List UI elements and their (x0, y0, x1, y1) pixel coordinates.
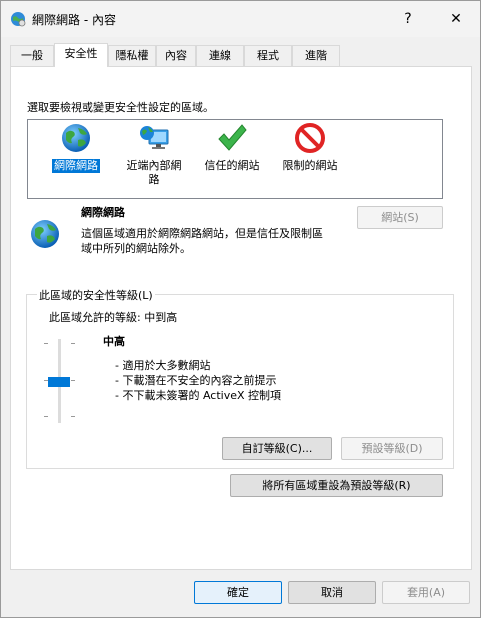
slider-tick (71, 416, 75, 417)
level-bullet: - 適用於大多數網站 (115, 359, 211, 372)
globe-icon (31, 220, 59, 248)
slider-tick (71, 380, 75, 381)
cancel-button[interactable]: 取消 (288, 581, 376, 604)
close-button[interactable]: ✕ (434, 1, 478, 37)
internet-properties-dialog: 網際網路 - 內容 ? ✕ 一般 安全性 隱私權 內容 連線 程式 進階 選取要… (0, 0, 481, 618)
slider-tick (44, 416, 48, 417)
slider-tick (44, 343, 48, 344)
zone-internet[interactable]: 網際網路 (38, 122, 114, 173)
tab-general[interactable]: 一般 (10, 45, 54, 66)
zone-description-line1: 這個區域適用於網際網路網站，但是信任及限制區 (81, 227, 323, 240)
zone-trusted-sites[interactable]: 信任的網站 (194, 122, 270, 173)
zone-restricted-sites-label: 限制的網站 (282, 159, 338, 172)
reset-all-zones-button[interactable]: 將所有區域重設為預設等級(R) (230, 474, 443, 497)
tab-security[interactable]: 安全性 (54, 43, 108, 67)
restricted-icon (295, 123, 325, 153)
checkmark-icon (218, 124, 247, 151)
tab-privacy[interactable]: 隱私權 (108, 45, 156, 66)
zone-internet-label: 網際網路 (52, 159, 100, 173)
zone-trusted-sites-label: 信任的網站 (204, 159, 260, 172)
zone-local-intranet-label: 近端內部網 路 (126, 159, 182, 186)
security-tab-panel: 選取要檢視或變更安全性設定的區域。 網際網路 近端內部網 路 信任的網站 限制的… (10, 66, 472, 570)
custom-level-button[interactable]: 自訂等級(C)... (222, 437, 332, 460)
zone-description-line2: 域中所列的網站除外。 (81, 242, 191, 255)
level-bullet: - 不下載未簽署的 ActiveX 控制項 (115, 389, 282, 402)
apply-button[interactable]: 套用(A) (382, 581, 470, 604)
slider-tick (71, 343, 75, 344)
zone-restricted-sites[interactable]: 限制的網站 (272, 122, 348, 173)
tab-programs[interactable]: 程式 (244, 45, 292, 66)
slider-thumb[interactable] (48, 377, 70, 387)
zone-list[interactable]: 網際網路 近端內部網 路 信任的網站 限制的網站 (27, 119, 443, 199)
level-name: 中高 (103, 335, 125, 348)
tab-content[interactable]: 內容 (156, 45, 196, 66)
window-title: 網際網路 - 內容 (32, 13, 116, 27)
internet-options-icon (11, 12, 26, 27)
globe-icon (62, 124, 90, 152)
level-bullet: - 下載潛在不安全的內容之前提示 (115, 374, 277, 387)
zone-title: 網際網路 (81, 206, 125, 219)
tab-connections[interactable]: 連線 (196, 45, 244, 66)
security-level-group-title: 此區域的安全性等級(L) (37, 287, 155, 303)
allowed-levels-label: 此區域允許的等級: 中到高 (49, 311, 178, 324)
ok-button[interactable]: 確定 (194, 581, 282, 604)
title-bar[interactable]: 網際網路 - 內容 ? ✕ (1, 1, 480, 37)
sites-button[interactable]: 網站(S) (357, 206, 443, 229)
intranet-icon (140, 126, 169, 149)
zone-local-intranet[interactable]: 近端內部網 路 (116, 122, 192, 187)
tab-advanced[interactable]: 進階 (292, 45, 340, 66)
zone-prompt: 選取要檢視或變更安全性設定的區域。 (27, 101, 214, 114)
help-button[interactable]: ? (386, 1, 430, 37)
default-level-button[interactable]: 預設等級(D) (341, 437, 443, 460)
